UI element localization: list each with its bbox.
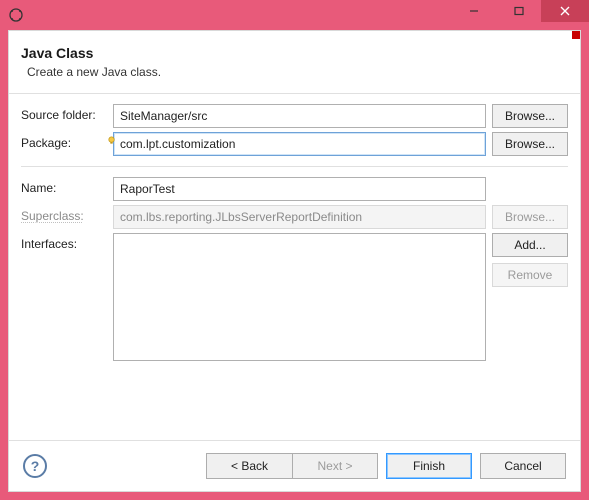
name-input[interactable] <box>113 177 486 201</box>
back-next-group: < Back Next > <box>206 453 378 479</box>
window-controls <box>451 0 589 30</box>
row-source-folder: Source folder: Browse... <box>21 104 568 128</box>
label-interfaces: Interfaces: <box>21 233 107 251</box>
row-interfaces: Interfaces: Add... Remove <box>21 233 568 361</box>
package-input[interactable] <box>113 132 486 156</box>
form-area: Source folder: Browse... Package: Browse… <box>9 94 580 440</box>
label-package: Package: <box>21 132 107 150</box>
form-spacer <box>21 365 568 440</box>
dialog-window: Java Class Create a new Java class. Sour… <box>0 0 589 500</box>
cancel-button[interactable]: Cancel <box>480 453 566 479</box>
page-title: Java Class <box>21 45 564 61</box>
finish-button[interactable]: Finish <box>386 453 472 479</box>
separator <box>21 166 568 167</box>
help-button[interactable]: ? <box>23 454 47 478</box>
superclass-input <box>113 205 486 229</box>
remove-interface-button: Remove <box>492 263 568 287</box>
titlebar[interactable] <box>0 0 589 30</box>
lightbulb-icon <box>107 136 116 145</box>
next-button: Next > <box>292 453 378 479</box>
label-source-folder: Source folder: <box>21 104 107 122</box>
client-area: Java Class Create a new Java class. Sour… <box>8 30 581 492</box>
row-superclass: Superclass: Browse... <box>21 205 568 229</box>
source-folder-input[interactable] <box>113 104 486 128</box>
label-superclass: Superclass: <box>21 205 107 223</box>
maximize-button[interactable] <box>496 0 541 22</box>
close-button[interactable] <box>541 0 589 22</box>
footer: ? < Back Next > Finish Cancel <box>9 440 580 491</box>
interfaces-list[interactable] <box>113 233 486 361</box>
minimize-button[interactable] <box>451 0 496 22</box>
back-button[interactable]: < Back <box>206 453 292 479</box>
browse-source-folder-button[interactable]: Browse... <box>492 104 568 128</box>
row-name: Name: <box>21 177 568 201</box>
corner-marker <box>572 31 580 39</box>
app-icon <box>8 7 24 23</box>
label-name: Name: <box>21 177 107 195</box>
browse-package-button[interactable]: Browse... <box>492 132 568 156</box>
page-subtitle: Create a new Java class. <box>21 65 564 79</box>
row-package: Package: Browse... <box>21 132 568 156</box>
browse-superclass-button: Browse... <box>492 205 568 229</box>
add-interface-button[interactable]: Add... <box>492 233 568 257</box>
header-banner: Java Class Create a new Java class. <box>9 31 580 94</box>
